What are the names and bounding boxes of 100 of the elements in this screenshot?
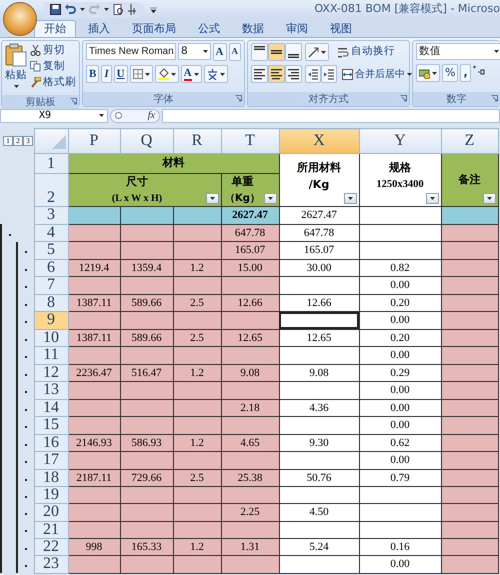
comma-button[interactable]: , — [460, 64, 471, 82]
table-cell[interactable] — [279, 312, 359, 329]
row-header[interactable]: 15 — [34, 416, 68, 434]
font-size-field[interactable]: 8 — [178, 43, 211, 60]
undo-icon[interactable] — [65, 4, 76, 15]
grow-font-button[interactable]: A — [212, 43, 226, 61]
ribbon-tab[interactable]: 视图 — [320, 20, 362, 37]
table-cell[interactable] — [68, 312, 120, 329]
table-cell[interactable] — [68, 224, 120, 242]
table-cell[interactable] — [68, 382, 120, 399]
dialog-launcher-icon[interactable] — [70, 98, 77, 105]
table-cell[interactable] — [279, 346, 359, 364]
table-cell[interactable]: 12.66 — [221, 294, 279, 312]
table-cell[interactable]: 2236.47 — [68, 364, 120, 382]
table-cell[interactable]: 2187.11 — [68, 469, 120, 486]
ribbon-tab[interactable]: 审阅 — [276, 20, 318, 37]
column-header[interactable]: Z — [441, 128, 498, 154]
row-header[interactable]: 23 — [34, 556, 68, 573]
table-cell[interactable]: 0.20 — [359, 329, 441, 346]
table-cell[interactable]: 30.00 — [279, 259, 359, 276]
row-header[interactable]: 17 — [34, 452, 68, 469]
table-cell[interactable] — [441, 538, 498, 556]
table-cell[interactable] — [68, 521, 120, 538]
table-cell[interactable] — [279, 521, 359, 538]
italic-button[interactable]: I — [101, 65, 112, 83]
increase-decimal-icon[interactable] — [472, 64, 485, 75]
table-cell[interactable] — [173, 276, 221, 294]
format-painter-button[interactable]: 格式刷 — [30, 75, 76, 90]
table-cell[interactable]: 4.65 — [221, 434, 279, 452]
row-header[interactable]: 4 — [34, 224, 68, 242]
table-cell[interactable] — [441, 469, 498, 486]
row-header[interactable]: 20 — [34, 504, 68, 521]
table-cell[interactable] — [221, 556, 279, 573]
row-header[interactable]: 1 — [34, 154, 68, 174]
table-cell[interactable]: 4.50 — [279, 504, 359, 521]
table-cell[interactable] — [441, 416, 498, 434]
row-header[interactable]: 13 — [34, 382, 68, 399]
table-cell[interactable]: 0.00 — [359, 382, 441, 399]
table-cell[interactable]: 12.65 — [221, 329, 279, 346]
insert-function-button[interactable]: fx — [110, 108, 160, 122]
table-cell[interactable] — [173, 504, 221, 521]
table-cell[interactable]: 2.18 — [221, 399, 279, 416]
table-cell[interactable] — [173, 312, 221, 329]
table-cell[interactable] — [173, 206, 221, 224]
table-cell[interactable]: 2627.47 — [279, 206, 359, 224]
table-cell[interactable] — [279, 452, 359, 469]
table-cell[interactable] — [441, 486, 498, 504]
table-cell[interactable] — [120, 382, 173, 399]
row-header[interactable]: 9 — [34, 312, 68, 329]
table-cell[interactable] — [120, 452, 173, 469]
table-cell[interactable] — [68, 242, 120, 259]
table-cell[interactable] — [359, 521, 441, 538]
save-icon[interactable] — [50, 4, 61, 15]
table-cell[interactable] — [441, 224, 498, 242]
print-preview-icon[interactable] — [113, 4, 124, 15]
table-cell[interactable] — [68, 206, 120, 224]
row-header[interactable]: 8 — [34, 294, 68, 312]
table-cell[interactable]: 0.00 — [359, 312, 441, 329]
decrease-indent-button[interactable] — [305, 65, 321, 83]
table-cell[interactable] — [441, 521, 498, 538]
table-cell[interactable]: 15.00 — [221, 259, 279, 276]
table-cell[interactable] — [441, 556, 498, 573]
dialog-launcher-icon[interactable] — [491, 95, 498, 102]
table-cell[interactable] — [359, 504, 441, 521]
table-cell[interactable] — [68, 416, 120, 434]
table-cell[interactable] — [441, 452, 498, 469]
table-cell[interactable] — [441, 364, 498, 382]
row-header[interactable]: 19 — [34, 486, 68, 504]
table-cell[interactable] — [279, 382, 359, 399]
table-cell[interactable] — [173, 382, 221, 399]
table-cell[interactable] — [221, 416, 279, 434]
ribbon-tab[interactable]: 页面布局 — [122, 20, 186, 37]
table-cell[interactable]: 9.08 — [221, 364, 279, 382]
table-cell[interactable] — [173, 224, 221, 242]
table-cell[interactable] — [68, 556, 120, 573]
table-cell[interactable] — [441, 346, 498, 364]
table-cell[interactable]: 1.2 — [173, 259, 221, 276]
table-cell[interactable] — [173, 416, 221, 434]
formula-input[interactable] — [162, 108, 500, 122]
table-cell[interactable] — [120, 206, 173, 224]
table-cell[interactable] — [441, 276, 498, 294]
table-cell[interactable] — [221, 346, 279, 364]
table-cell[interactable] — [173, 486, 221, 504]
table-cell[interactable] — [441, 504, 498, 521]
table-cell[interactable] — [441, 434, 498, 452]
table-cell[interactable]: 1.2 — [173, 538, 221, 556]
table-cell[interactable]: 50.76 — [279, 469, 359, 486]
table-cell[interactable]: 1.31 — [221, 538, 279, 556]
table-cell[interactable]: 647.78 — [279, 224, 359, 242]
table-cell[interactable]: 0.62 — [359, 434, 441, 452]
underline-button[interactable]: U — [114, 65, 128, 83]
table-cell[interactable] — [221, 521, 279, 538]
table-cell[interactable]: 998 — [68, 538, 120, 556]
table-cell[interactable]: 1.2 — [173, 364, 221, 382]
table-cell[interactable]: 2.5 — [173, 329, 221, 346]
paste-button[interactable]: 粘贴 — [5, 43, 27, 93]
table-cell[interactable] — [221, 382, 279, 399]
table-cell[interactable] — [279, 556, 359, 573]
currency-button[interactable] — [416, 64, 440, 82]
table-cell[interactable]: 0.00 — [359, 346, 441, 364]
